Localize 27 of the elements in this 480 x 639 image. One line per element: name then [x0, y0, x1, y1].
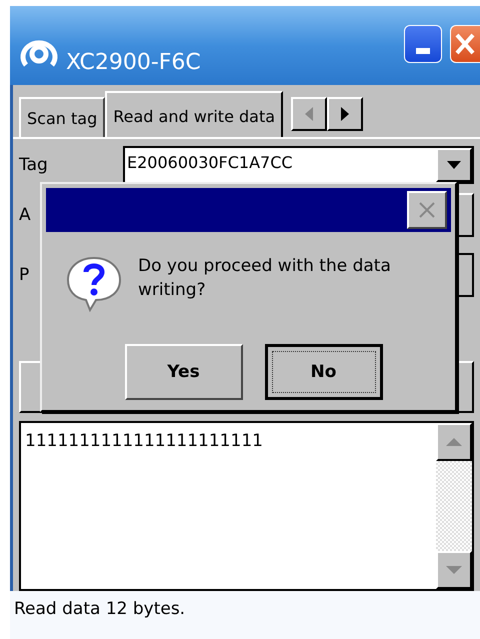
dropdown-arrow-icon [446, 160, 462, 170]
status-bar: Read data 12 bytes. [10, 591, 480, 639]
window-title: XC2900-F6C [66, 50, 201, 75]
left-arrow-icon [304, 106, 314, 122]
scrollbar[interactable] [436, 423, 472, 589]
close-icon [418, 201, 436, 219]
tab[interactable]: Read and write data [105, 91, 284, 139]
close-button[interactable] [407, 191, 447, 229]
tab-scroll-left-button[interactable] [291, 97, 328, 131]
minimize-icon [416, 48, 430, 54]
close-icon [455, 33, 475, 55]
tab[interactable]: Scan tag [19, 97, 106, 137]
field-label: A [19, 205, 32, 225]
dialog-button[interactable]: No [264, 344, 382, 400]
dialog-message: Do you proceed with the data writing? [138, 255, 392, 302]
tag-dropdown[interactable]: E20060030FC1A7CC [123, 146, 474, 184]
dialog-button[interactable]: Yes [124, 344, 242, 400]
field-label: Tag [19, 155, 49, 175]
down-arrow-icon [445, 565, 463, 575]
question-icon [64, 254, 124, 314]
minimize-button[interactable] [404, 25, 442, 63]
up-arrow-icon [445, 437, 463, 447]
data-text-area[interactable]: 1111111111111111111111 [19, 421, 474, 591]
right-arrow-icon [340, 106, 350, 122]
close-button[interactable] [450, 25, 480, 63]
tab-scroll-right-button[interactable] [327, 97, 364, 131]
field-label: P [19, 265, 30, 285]
